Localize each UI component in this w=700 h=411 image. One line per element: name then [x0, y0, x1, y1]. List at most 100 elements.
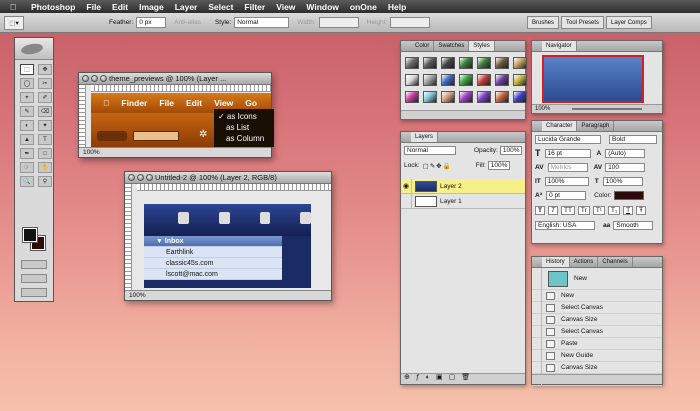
crop-tool-icon[interactable]: ✂: [38, 78, 52, 89]
history-snapshot[interactable]: New: [532, 267, 662, 290]
marquee-tool-preset-icon[interactable]: ⬚▾: [4, 15, 24, 30]
history-state[interactable]: New: [532, 289, 662, 302]
pen-tool-icon[interactable]: ✒: [20, 148, 34, 159]
zoom-icon[interactable]: [100, 75, 107, 82]
history-brush-icon[interactable]: [532, 267, 542, 290]
history-source-toggle[interactable]: [532, 313, 542, 326]
quickmask-icon[interactable]: [21, 260, 47, 269]
width-input[interactable]: [318, 17, 359, 28]
window-title-bar[interactable]: theme_previews @ 100% (Layer ...: [79, 73, 271, 85]
subscript-button[interactable]: T₁: [607, 205, 621, 215]
tab-swatches[interactable]: Swatches: [434, 41, 470, 51]
history-source-toggle[interactable]: [532, 361, 542, 374]
close-icon[interactable]: [82, 75, 89, 82]
type-tool-icon[interactable]: T: [38, 134, 52, 145]
eraser-tool-icon[interactable]: ⌫: [38, 106, 52, 117]
zoom-tool-icon[interactable]: 🔍: [20, 176, 34, 187]
faux-bold-button[interactable]: T: [535, 205, 545, 215]
style-select[interactable]: Normal: [234, 17, 290, 28]
style-swatch[interactable]: [495, 74, 509, 86]
layer-row-active[interactable]: ◉ Layer 2: [401, 178, 525, 194]
zoom-level[interactable]: 100%: [129, 292, 146, 299]
fill-input[interactable]: 100%: [487, 161, 511, 170]
style-swatch[interactable]: [495, 57, 509, 69]
menu-help[interactable]: Help: [388, 2, 406, 12]
eye-icon[interactable]: [401, 193, 412, 209]
history-state[interactable]: Select Canvas: [532, 301, 662, 314]
marquee-tool-icon[interactable]: ⬚: [20, 64, 34, 75]
antialias-checkbox[interactable]: Anti-alias: [174, 19, 201, 26]
tracking-input[interactable]: 100: [605, 162, 646, 172]
style-swatch[interactable]: [405, 91, 419, 103]
menu-onone[interactable]: onOne: [350, 2, 377, 12]
style-swatch[interactable]: [423, 91, 437, 103]
menu-filter[interactable]: Filter: [244, 2, 265, 12]
style-swatch[interactable]: [513, 57, 527, 69]
eye-icon[interactable]: ◉: [401, 178, 412, 194]
leading-input[interactable]: (Auto): [605, 148, 646, 158]
window-title-bar[interactable]: Untitled-2 @ 100% (Layer 2, RGB/8): [125, 172, 331, 184]
small-caps-button[interactable]: Tr: [577, 205, 590, 215]
style-swatch[interactable]: [441, 57, 455, 69]
style-swatch[interactable]: [513, 91, 527, 103]
history-source-toggle[interactable]: [532, 289, 542, 302]
hand-tool-icon[interactable]: ✋: [38, 162, 52, 173]
style-swatch[interactable]: [513, 74, 527, 86]
horizontal-scale-input[interactable]: 100%: [602, 176, 643, 186]
healing-tool-icon[interactable]: ⌖: [20, 92, 34, 103]
style-swatch[interactable]: [405, 57, 419, 69]
antialias-select[interactable]: Smooth: [613, 220, 654, 230]
menu-window[interactable]: Window: [306, 2, 339, 12]
baseline-input[interactable]: 0 pt: [546, 190, 587, 200]
style-swatch[interactable]: [477, 91, 491, 103]
tab-history[interactable]: History: [542, 257, 570, 267]
tab-actions[interactable]: Actions: [570, 257, 599, 267]
jump-to-icon[interactable]: [21, 288, 47, 297]
history-source-toggle[interactable]: [532, 325, 542, 338]
blur-tool-icon[interactable]: ✦: [38, 120, 52, 131]
shape-tool-icon[interactable]: □: [38, 148, 52, 159]
menu-edit[interactable]: Edit: [112, 2, 128, 12]
menu-select[interactable]: Select: [208, 2, 233, 12]
style-swatch[interactable]: [459, 91, 473, 103]
zoom-slider[interactable]: [572, 108, 642, 110]
minimize-icon[interactable]: [137, 174, 144, 181]
all-caps-button[interactable]: TT: [560, 205, 575, 215]
language-select[interactable]: English: USA: [535, 220, 595, 230]
style-swatch[interactable]: [459, 57, 473, 69]
tab-navigator[interactable]: Navigator: [542, 41, 577, 51]
faux-italic-button[interactable]: T: [547, 205, 558, 215]
foreground-color-swatch[interactable]: [22, 227, 38, 243]
zoom-level[interactable]: 100%: [83, 149, 100, 156]
vertical-scale-input[interactable]: 100%: [544, 176, 589, 186]
well-brushes[interactable]: Brushes: [527, 16, 560, 29]
history-state[interactable]: Canvas Size: [532, 361, 662, 374]
style-swatch[interactable]: [459, 74, 473, 86]
style-swatch[interactable]: [441, 91, 455, 103]
menu-app[interactable]: Photoshop: [31, 2, 75, 12]
history-source-toggle[interactable]: [532, 349, 542, 362]
style-swatch[interactable]: [423, 74, 437, 86]
feather-input[interactable]: 0 px: [136, 17, 167, 28]
blend-mode-select[interactable]: Normal: [404, 146, 456, 155]
strikethrough-button[interactable]: Ŧ: [636, 205, 647, 215]
style-swatch[interactable]: [405, 74, 419, 86]
brush-tool-icon[interactable]: ✐: [38, 92, 52, 103]
toolbox-header[interactable]: [15, 38, 53, 60]
navigator-preview[interactable]: [542, 55, 644, 103]
font-size-input[interactable]: 16 pt: [544, 148, 591, 158]
menu-image[interactable]: Image: [139, 2, 164, 12]
tab-character[interactable]: Character: [542, 121, 578, 131]
font-family-select[interactable]: Lucida Grande: [535, 134, 601, 144]
height-input[interactable]: [390, 17, 431, 28]
history-state[interactable]: New Guide: [532, 349, 662, 362]
menu-view[interactable]: View: [276, 2, 295, 12]
style-swatch[interactable]: [441, 74, 455, 86]
layer-row[interactable]: Layer 1: [401, 193, 525, 209]
move-tool-icon[interactable]: ✥: [38, 64, 52, 75]
opacity-input[interactable]: 100%: [499, 146, 523, 155]
stamp-tool-icon[interactable]: ✎: [20, 106, 34, 117]
history-source-toggle[interactable]: [532, 337, 542, 350]
tab-styles[interactable]: Styles: [469, 41, 495, 51]
navigator-zoom[interactable]: 100%: [535, 106, 550, 112]
